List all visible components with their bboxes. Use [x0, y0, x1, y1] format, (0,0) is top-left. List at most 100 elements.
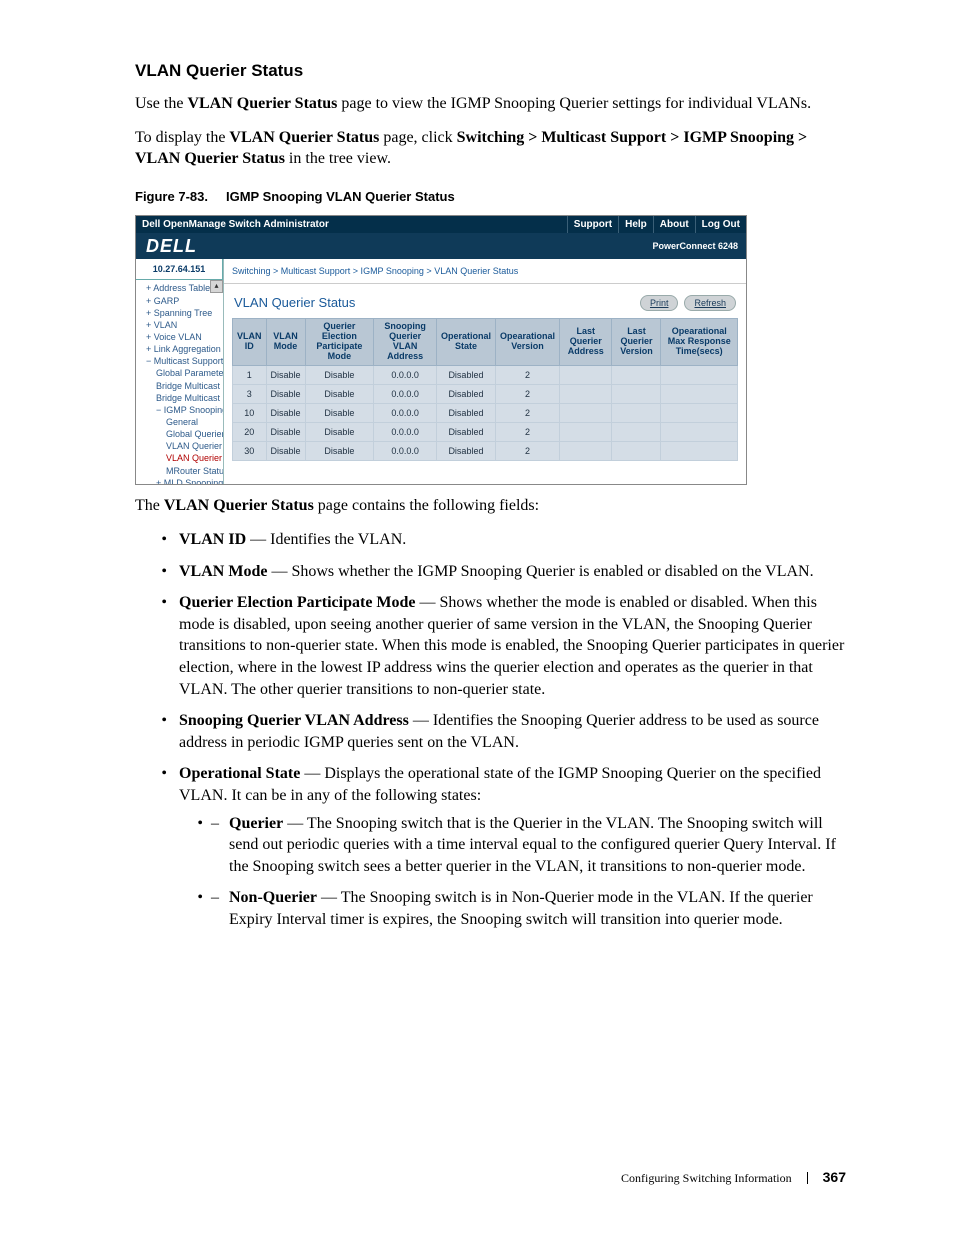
support-link[interactable]: Support	[567, 216, 618, 233]
text: in the tree view.	[285, 150, 391, 167]
strong: VLAN Querier Status	[164, 497, 314, 514]
footer-title: Configuring Switching Information	[621, 1171, 792, 1185]
cell: 2	[495, 422, 559, 441]
text: page contains the following fields:	[314, 497, 539, 514]
field-term: Snooping Querier VLAN Address	[179, 712, 409, 729]
tree-item[interactable]: + MLD Snooping	[140, 477, 223, 485]
app-screenshot: Dell OpenManage Switch Administrator Sup…	[135, 215, 747, 485]
field-desc: — Shows whether the IGMP Snooping Querie…	[267, 563, 813, 580]
refresh-button[interactable]: Refresh	[684, 295, 736, 311]
sub-list: Querier — The Snooping switch that is th…	[179, 813, 846, 931]
intro-p2: To display the VLAN Querier Status page,…	[135, 127, 846, 170]
cell: 3	[233, 384, 267, 403]
cell	[661, 442, 738, 461]
sub-item: Querier — The Snooping switch that is th…	[211, 813, 846, 878]
field-term: Operational State	[179, 765, 300, 782]
cell: Disable	[305, 403, 374, 422]
tree-item[interactable]: + VLAN	[140, 319, 223, 331]
tree-item[interactable]: Global Querier	[140, 428, 223, 440]
tree-item[interactable]: Bridge Multicast	[140, 380, 223, 392]
cell: 2	[495, 365, 559, 384]
sidebar: 10.27.64.151 ▴ + Address Tables+ GARP+ S…	[136, 259, 224, 484]
tree-item[interactable]: VLAN Querier	[140, 452, 223, 464]
cell	[661, 422, 738, 441]
cell: 0.0.0.0	[374, 365, 437, 384]
cell: 20	[233, 422, 267, 441]
table-header-row: VLANIDVLANModeQuerierElection Participat…	[233, 318, 738, 365]
tree-item[interactable]: − IGMP Snooping	[140, 404, 223, 416]
table-row: 10DisableDisable0.0.0.0Disabled2	[233, 403, 738, 422]
col-header: LastQuerier Version	[612, 318, 661, 365]
panel-title: VLAN Querier Status	[234, 294, 634, 312]
tree-item[interactable]: + Spanning Tree	[140, 307, 223, 319]
dell-logo: DELL	[136, 234, 652, 258]
text: Use the	[135, 95, 187, 112]
window-title: Dell OpenManage Switch Administrator	[136, 218, 567, 232]
text: page, click	[379, 129, 456, 146]
ip-address[interactable]: 10.27.64.151	[136, 259, 223, 280]
cell: Disable	[266, 384, 305, 403]
text: page to view the IGMP Snooping Querier s…	[337, 95, 811, 112]
model-label: PowerConnect 6248	[652, 240, 746, 252]
tree-item[interactable]: Global Paramete	[140, 367, 223, 379]
brand-bar: DELL PowerConnect 6248	[136, 233, 746, 259]
cell: 0.0.0.0	[374, 422, 437, 441]
window-titlebar: Dell OpenManage Switch Administrator Sup…	[136, 216, 746, 233]
cell: Disable	[305, 422, 374, 441]
scroll-up-icon[interactable]: ▴	[210, 280, 223, 293]
tree-item[interactable]: VLAN Querier	[140, 440, 223, 452]
cell	[612, 384, 661, 403]
col-header: QuerierElection Participate Mode	[305, 318, 374, 365]
col-header: OpearationalMax Response Time(secs)	[661, 318, 738, 365]
list-item: Snooping Querier VLAN Address — Identifi…	[175, 710, 846, 753]
col-header: OpearationalVersion	[495, 318, 559, 365]
tree-item[interactable]: MRouter Status	[140, 465, 223, 477]
table-row: 1DisableDisable0.0.0.0Disabled2	[233, 365, 738, 384]
print-button[interactable]: Print	[640, 295, 679, 311]
help-link[interactable]: Help	[618, 216, 653, 233]
cell: Disable	[266, 403, 305, 422]
status-table: VLANIDVLANModeQuerierElection Participat…	[232, 318, 738, 461]
cell	[612, 422, 661, 441]
cell	[559, 365, 611, 384]
sub-desc: — The Snooping switch that is the Querie…	[229, 815, 836, 875]
col-header: OperationalState	[436, 318, 495, 365]
cell	[661, 403, 738, 422]
strong: VLAN Querier Status	[187, 95, 337, 112]
col-header: VLANMode	[266, 318, 305, 365]
intro-p1: Use the VLAN Querier Status page to view…	[135, 93, 846, 115]
cell: Disabled	[436, 422, 495, 441]
list-item: Operational State — Displays the operati…	[175, 763, 846, 930]
nav-tree[interactable]: ▴ + Address Tables+ GARP+ Spanning Tree+…	[136, 280, 223, 484]
col-header: SnoopingQuerier VLAN Address	[374, 318, 437, 365]
cell: Disabled	[436, 384, 495, 403]
cell: 30	[233, 442, 267, 461]
list-item: VLAN Mode — Shows whether the IGMP Snoop…	[175, 561, 846, 583]
page-number: 367	[823, 1169, 846, 1185]
tree-item[interactable]: General	[140, 416, 223, 428]
page-footer: Configuring Switching Information 367	[621, 1168, 846, 1187]
tree-item[interactable]: + Voice VLAN	[140, 331, 223, 343]
cell	[559, 403, 611, 422]
tree-item[interactable]: + GARP	[140, 295, 223, 307]
cell	[559, 422, 611, 441]
cell: 0.0.0.0	[374, 442, 437, 461]
table-row: 20DisableDisable0.0.0.0Disabled2	[233, 422, 738, 441]
breadcrumb: Switching > Multicast Support > IGMP Sno…	[224, 259, 746, 284]
figure-title: IGMP Snooping VLAN Querier Status	[226, 189, 455, 204]
cell: 2	[495, 442, 559, 461]
about-link[interactable]: About	[653, 216, 695, 233]
field-term: Querier Election Participate Mode	[179, 594, 416, 611]
table-row: 30DisableDisable0.0.0.0Disabled2	[233, 442, 738, 461]
strong: VLAN Querier Status	[229, 129, 379, 146]
tree-item[interactable]: + Link Aggregation	[140, 343, 223, 355]
logout-link[interactable]: Log Out	[695, 216, 746, 233]
cell: Disable	[266, 365, 305, 384]
after-figure-p: The VLAN Querier Status page contains th…	[135, 495, 846, 517]
cell	[612, 365, 661, 384]
tree-item[interactable]: − Multicast Support	[140, 355, 223, 367]
cell: 0.0.0.0	[374, 403, 437, 422]
sub-term: Non-Querier	[229, 889, 317, 906]
cell	[661, 365, 738, 384]
tree-item[interactable]: Bridge Multicast	[140, 392, 223, 404]
